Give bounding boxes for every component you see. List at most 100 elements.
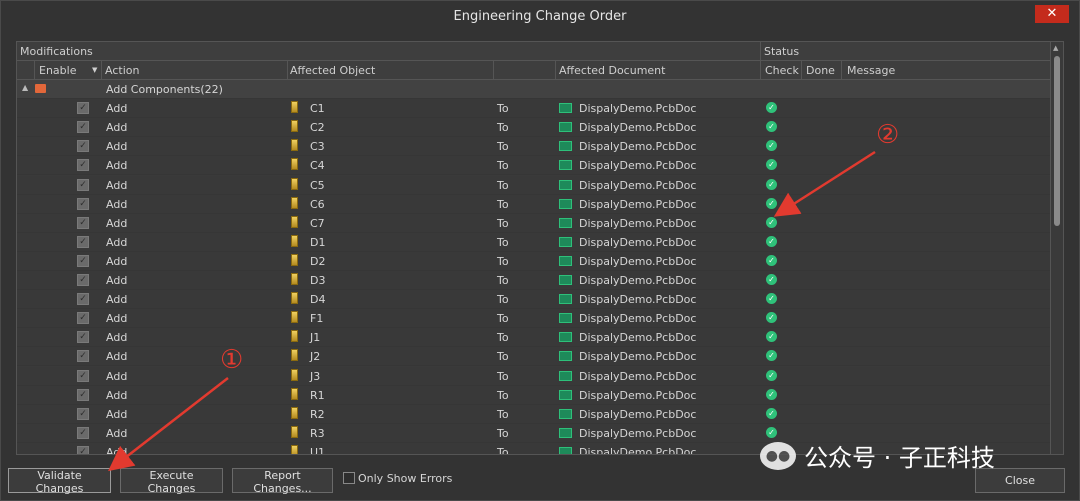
action-cell: Add [106, 235, 128, 249]
check-ok-icon: ✓ [766, 216, 777, 228]
affected-object-cell: R2 [310, 407, 325, 421]
action-cell: Add [106, 274, 128, 287]
table-row[interactable]: ✓ Add D2 To DispalyDemo.PcbDoc ✓ [17, 251, 1052, 271]
enable-checkbox[interactable]: ✓ [77, 445, 89, 454]
enable-checkbox[interactable]: ✓ [77, 350, 89, 363]
check-ok-icon: ✓ [766, 312, 777, 324]
scrollbar-thumb[interactable] [1054, 56, 1060, 226]
modifications-grid: Modifications Status Enable ▼ Action Aff… [16, 41, 1064, 455]
annotation-label-2: ② [876, 120, 900, 150]
enable-checkbox[interactable]: ✓ [77, 254, 89, 267]
to-cell: To [497, 445, 509, 455]
table-row[interactable]: ✓ Add R1 To DispalyDemo.PcbDoc ✓ [17, 385, 1052, 405]
enable-checkbox[interactable]: ✓ [77, 274, 89, 286]
table-row[interactable]: ✓ Add D4 To DispalyDemo.PcbDoc ✓ [17, 290, 1052, 310]
vertical-scrollbar[interactable]: ▲ [1050, 42, 1063, 454]
execute-changes-button[interactable]: Execute Changes [120, 468, 223, 495]
modifications-header: Modifications [20, 45, 93, 58]
collapse-arrow-icon[interactable]: ▲ [22, 83, 28, 92]
enable-checkbox[interactable]: ✓ [77, 140, 89, 153]
check-column-header[interactable]: Check [765, 64, 799, 77]
affected-object-cell: C1 [310, 102, 325, 116]
enable-checkbox[interactable]: ✓ [77, 121, 89, 134]
affected-object-cell: D2 [310, 254, 326, 268]
component-icon [291, 101, 298, 114]
enable-checkbox[interactable]: ✓ [77, 426, 89, 439]
enable-checkbox[interactable]: ✓ [77, 178, 89, 191]
pcb-doc-icon [559, 332, 572, 343]
component-icon [291, 196, 298, 209]
component-icon [291, 444, 298, 454]
scroll-up-arrow-icon[interactable]: ▲ [1053, 44, 1058, 52]
table-row[interactable]: ✓ Add R2 To DispalyDemo.PcbDoc ✓ [17, 404, 1052, 424]
component-icon [291, 139, 298, 152]
check-ok-icon: ✓ [766, 140, 777, 152]
check-ok-icon: ✓ [766, 102, 777, 114]
action-cell: Add [106, 331, 128, 345]
table-row[interactable]: ✓ Add F1 To DispalyDemo.PcbDoc ✓ [17, 309, 1052, 329]
watermark-text: 公众号 · 子正科技 [804, 444, 995, 472]
affected-object-cell: C5 [310, 178, 325, 192]
done-column-header[interactable]: Done [806, 64, 835, 77]
report-changes-button[interactable]: Report Changes... [232, 468, 333, 495]
to-cell: To [497, 369, 509, 383]
action-cell: Add [106, 388, 128, 402]
pcb-doc-icon [559, 313, 572, 324]
table-row[interactable]: ✓ Add C1 To DispalyDemo.PcbDoc ✓ [17, 99, 1052, 119]
check-ok-icon: ✓ [766, 350, 777, 362]
action-column-header[interactable]: Action [105, 64, 139, 77]
enable-checkbox[interactable]: ✓ [77, 369, 89, 382]
enable-checkbox[interactable]: ✓ [77, 312, 89, 325]
table-row[interactable]: ✓ Add C6 To DispalyDemo.PcbDoc ✓ [17, 194, 1052, 214]
affected-object-cell: D3 [310, 274, 326, 287]
close-icon[interactable]: ✕ [1035, 5, 1069, 23]
table-row[interactable]: ✓ Add J2 To DispalyDemo.PcbDoc ✓ [17, 347, 1052, 367]
affected-object-column-header[interactable]: Affected Object [290, 64, 375, 77]
affected-object-cell: J3 [310, 369, 321, 383]
enable-column-header[interactable]: Enable [39, 64, 76, 77]
affected-document-cell: DispalyDemo.PcbDoc [579, 274, 697, 287]
enable-checkbox[interactable]: ✓ [77, 407, 89, 420]
affected-document-cell: DispalyDemo.PcbDoc [579, 350, 697, 364]
table-row[interactable]: ✓ Add D1 To DispalyDemo.PcbDoc ✓ [17, 232, 1052, 252]
affected-object-cell: C7 [310, 216, 325, 230]
affected-document-column-header[interactable]: Affected Document [559, 64, 665, 77]
validate-changes-button[interactable]: Validate Changes [8, 468, 111, 495]
component-icon [291, 215, 298, 228]
pcb-doc-icon [559, 198, 572, 209]
watermark: ●● 公众号 · 子正科技 [760, 438, 995, 473]
enable-checkbox[interactable]: ✓ [77, 197, 89, 210]
check-ok-icon: ✓ [766, 159, 777, 171]
status-header: Status [764, 45, 800, 58]
eco-dialog: Engineering Change Order ✕ Modifications… [0, 0, 1080, 501]
enable-checkbox[interactable]: ✓ [77, 102, 89, 115]
enable-checkbox[interactable]: ✓ [77, 235, 89, 248]
affected-object-cell: C4 [310, 159, 325, 173]
enable-checkbox[interactable]: ✓ [77, 216, 89, 229]
title-bar: Engineering Change Order ✕ [1, 1, 1079, 33]
table-row[interactable]: ✓ Add J1 To DispalyDemo.PcbDoc ✓ [17, 328, 1052, 348]
only-show-errors-checkbox[interactable] [343, 472, 355, 484]
check-ok-icon: ✓ [766, 121, 777, 133]
action-cell: Add [106, 197, 128, 211]
pcb-doc-icon [559, 427, 572, 438]
to-cell: To [497, 274, 509, 287]
enable-checkbox[interactable]: ✓ [77, 388, 89, 401]
table-row[interactable]: ✓ Add J3 To DispalyDemo.PcbDoc ✓ [17, 366, 1052, 386]
table-row[interactable]: ✓ Add C4 To DispalyDemo.PcbDoc ✓ [17, 156, 1052, 176]
table-row[interactable]: ✓ Add C7 To DispalyDemo.PcbDoc ✓ [17, 213, 1052, 233]
group-row-add-components[interactable]: ▲ Add Components(22) [17, 80, 1052, 99]
table-row[interactable]: ✓ Add D3 To DispalyDemo.PcbDoc ✓ [17, 271, 1052, 290]
enable-checkbox[interactable]: ✓ [77, 159, 89, 172]
affected-document-cell: DispalyDemo.PcbDoc [579, 197, 697, 211]
check-ok-icon: ✓ [766, 407, 777, 419]
affected-object-cell: C6 [310, 197, 325, 211]
sort-down-icon[interactable]: ▼ [92, 66, 97, 74]
enable-checkbox[interactable]: ✓ [77, 331, 89, 344]
table-row[interactable]: ✓ Add C5 To DispalyDemo.PcbDoc ✓ [17, 175, 1052, 195]
enable-checkbox[interactable]: ✓ [77, 293, 89, 306]
component-icon [291, 234, 298, 247]
message-column-header[interactable]: Message [847, 64, 895, 77]
to-cell: To [497, 235, 509, 249]
check-ok-icon: ✓ [766, 388, 777, 400]
